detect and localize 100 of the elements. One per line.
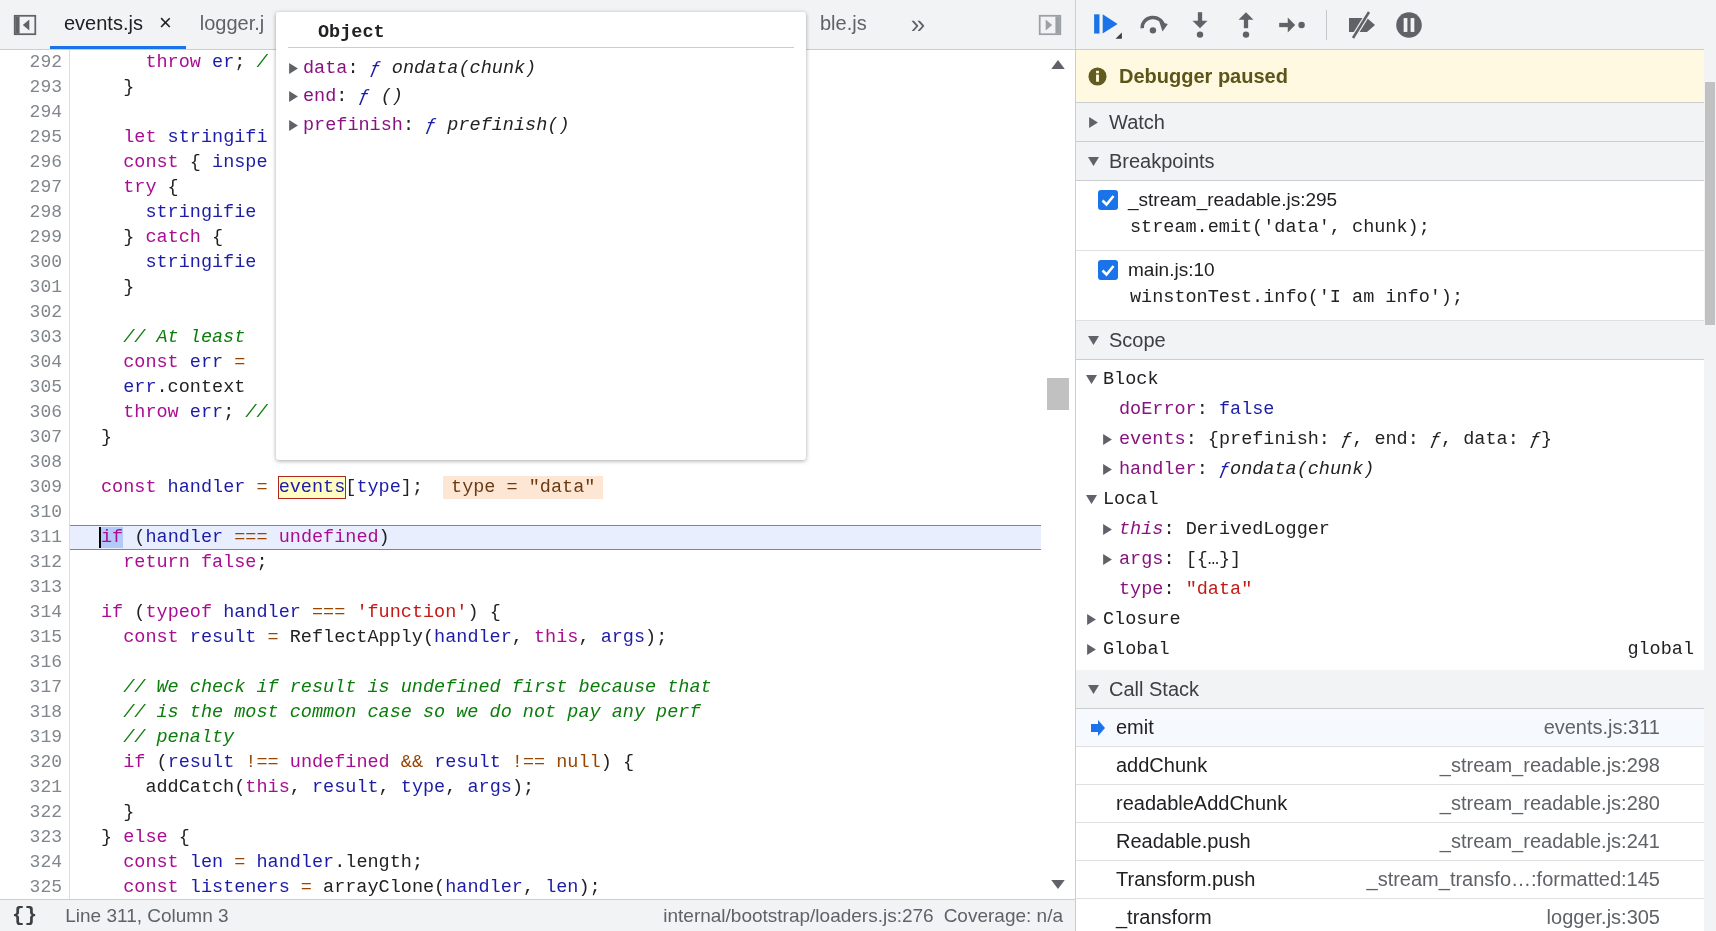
section-header[interactable]: Call Stack — [1076, 670, 1704, 709]
line-number: 312 — [0, 550, 70, 575]
code-line: const result = ReflectApply(handler, this, args); — [122, 626, 668, 649]
breakpoint-location[interactable]: _stream_readable.js:295 — [1128, 189, 1338, 211]
scope-group[interactable]: Closure — [1103, 608, 1181, 630]
property-entry[interactable]: prefinish: ƒ prefinish() — [303, 114, 570, 136]
triangle-right-icon[interactable] — [1088, 116, 1099, 128]
stack-frame[interactable]: emit — [1116, 716, 1154, 739]
code-line: stringifie — [144, 251, 257, 274]
scroll-up-icon[interactable] — [1051, 60, 1065, 69]
code-line: const handler = events[type]; — [101, 476, 424, 499]
close-button[interactable]: × — [158, 10, 172, 36]
scope-variable[interactable]: doError: false — [1119, 398, 1275, 420]
triangle-right-icon[interactable] — [1102, 553, 1113, 565]
file-tab[interactable]: ble.js — [806, 0, 881, 49]
call-frame-row[interactable]: readableAddChunk _stream_readable.js:280 — [1076, 785, 1704, 823]
call-frame-row[interactable]: Readable.push _stream_readable.js:241 — [1076, 823, 1704, 861]
code-line: throw err; // — [122, 401, 268, 424]
section-title: Breakpoints — [1109, 149, 1215, 173]
scope-group[interactable]: Block — [1103, 368, 1159, 390]
triangle-right-icon[interactable] — [288, 119, 299, 131]
scope-variable[interactable]: events: {prefinish: ƒ, end: ƒ, data: ƒ} — [1119, 428, 1553, 450]
triangle-right-icon[interactable] — [1102, 433, 1113, 445]
line-number: 293 — [0, 75, 70, 100]
call-frame-row[interactable]: Transform.push _stream_transfo…:formatted:145 — [1076, 861, 1704, 899]
breakpoint-checkbox[interactable] — [1098, 260, 1118, 280]
code-line: return false; — [122, 551, 268, 574]
frame-location[interactable]: _stream_readable.js:298 — [1439, 754, 1660, 777]
breakpoint-location[interactable]: main.js:10 — [1128, 259, 1215, 281]
triangle-right-icon[interactable] — [1086, 613, 1097, 625]
code-line: stringifie — [144, 201, 257, 224]
frame-location[interactable]: events.js:311 — [1543, 716, 1660, 739]
code-line: try { — [122, 176, 179, 199]
line-number: 324 — [0, 850, 70, 875]
breakpoint-checkbox[interactable] — [1098, 190, 1118, 210]
frame-location[interactable]: _stream_readable.js:241 — [1439, 830, 1660, 853]
line-number: 296 — [0, 150, 70, 175]
frame-location[interactable]: logger.js:305 — [1546, 906, 1660, 929]
inline-value: type = "data" — [443, 476, 604, 499]
triangle-down-icon[interactable] — [1088, 155, 1099, 167]
code-line: // We check if result is undefined first because that — [122, 676, 712, 699]
scrollbar-thumb[interactable] — [1047, 378, 1069, 410]
triangle-right-icon[interactable] — [1102, 523, 1113, 535]
line-number: 318 — [0, 700, 70, 725]
file-tab[interactable]: events.js × — [50, 0, 186, 49]
line-number: 316 — [0, 650, 70, 675]
source-link[interactable]: internal/bootstrap/loaders.js:276 — [663, 904, 934, 927]
scope-variable[interactable]: type: "data" — [1119, 578, 1253, 600]
triangle-right-icon[interactable] — [288, 91, 299, 103]
code-line: addCatch(this, result, type, args); — [144, 776, 535, 799]
code-line: if (result !== undefined && result !== null) { — [122, 751, 634, 774]
coverage-label: Coverage: n/a — [943, 904, 1063, 927]
line-number: 306 — [0, 400, 70, 425]
scope-group[interactable]: Local — [1103, 488, 1159, 510]
code-line: } else { — [101, 826, 190, 849]
frame-location[interactable]: _stream_readable.js:280 — [1439, 792, 1660, 815]
code-line: const len = handler.length; — [122, 851, 423, 874]
call-frame-row[interactable]: addChunk _stream_readable.js:298 — [1076, 747, 1704, 785]
triangle-down-icon[interactable] — [1088, 683, 1099, 695]
triangle-down-icon[interactable] — [1086, 493, 1097, 505]
call-frame-row[interactable]: emit events.js:311 — [1076, 709, 1704, 747]
scope-group[interactable]: Global — [1103, 638, 1170, 660]
popover-title: Object — [288, 20, 794, 48]
scope-variable[interactable]: args: [{…}] — [1119, 548, 1242, 570]
scrollbar-thumb[interactable] — [1705, 82, 1715, 325]
triangle-right-icon[interactable] — [1086, 643, 1097, 655]
property-entry[interactable]: end: ƒ () — [303, 86, 403, 108]
stack-frame[interactable]: _transform — [1116, 906, 1212, 929]
frame-location[interactable]: _stream_transfo…:formatted:145 — [1366, 868, 1660, 891]
pretty-print-button[interactable]: {} — [12, 904, 38, 927]
scope-variable[interactable]: this: DerivedLogger — [1119, 518, 1330, 540]
code-line: } — [122, 276, 135, 299]
section-title: Call Stack — [1109, 677, 1200, 701]
stack-frame[interactable]: Transform.push — [1116, 868, 1256, 891]
section-header[interactable]: Scope — [1076, 321, 1704, 360]
section-header[interactable]: Breakpoints — [1076, 142, 1704, 181]
line-number: 308 — [0, 450, 70, 475]
stack-frame[interactable]: readableAddChunk — [1116, 792, 1288, 815]
stack-frame[interactable]: Readable.push — [1116, 830, 1251, 853]
property-entry[interactable]: data: ƒ ondata(chunk) — [303, 57, 537, 79]
file-tab[interactable]: logger.j — [185, 0, 279, 49]
code-line: // At least — [122, 326, 246, 349]
scroll-down-icon[interactable] — [1051, 880, 1065, 889]
triangle-down-icon[interactable] — [1088, 334, 1099, 346]
triangle-down-icon[interactable] — [1086, 373, 1097, 385]
breakpoint-code: stream.emit('data', chunk); — [1130, 217, 1431, 238]
code-line: const listeners = arrayClone(handler, len); — [122, 876, 601, 899]
line-number: 320 — [0, 750, 70, 775]
stack-frame[interactable]: addChunk — [1116, 754, 1208, 777]
triangle-right-icon[interactable] — [1102, 463, 1113, 475]
line-number: 294 — [0, 100, 70, 125]
more-tabs-button[interactable]: » — [910, 9, 926, 40]
line-number: 305 — [0, 375, 70, 400]
line-number: 295 — [0, 125, 70, 150]
triangle-right-icon[interactable] — [288, 62, 299, 74]
section-header[interactable]: Watch — [1076, 103, 1704, 142]
code-line: const err = — [122, 351, 246, 374]
arrow-icon — [1090, 719, 1106, 736]
code-line: if (typeof handler === 'function') { — [101, 601, 501, 624]
scope-variable[interactable]: handler: ƒondata(chunk) — [1119, 458, 1375, 480]
